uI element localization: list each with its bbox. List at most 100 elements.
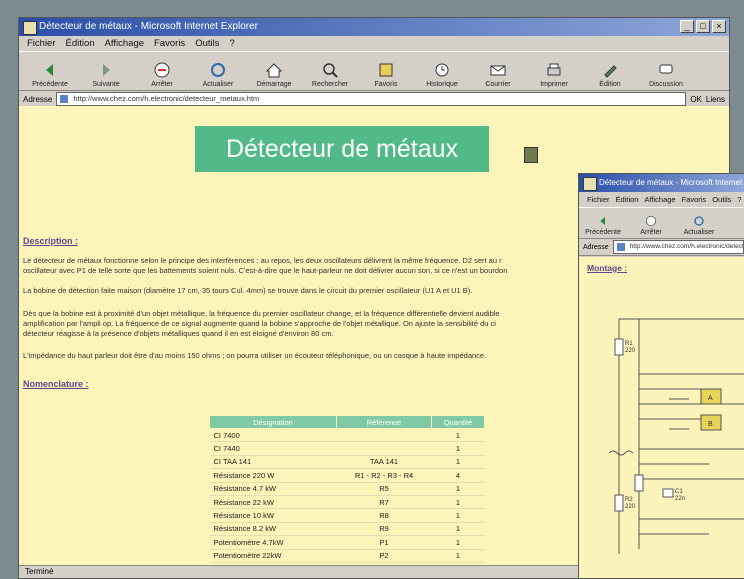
print-button[interactable]: Imprimer [529,61,579,88]
window-title: Détecteur de métaux - Microsoft Internet… [39,21,258,32]
table-cell-quantity: 1 [431,482,485,496]
history-button[interactable]: Historique [417,61,467,88]
table-row: Potentiomètre 22kW P2 1 [209,549,485,563]
label-r1: R1 [625,341,633,347]
table-row: Résistance 4.7 kW R5 1 [209,482,485,496]
menu-tools[interactable]: Outils [195,36,219,51]
printer-icon [547,63,561,76]
table-cell-designation: CI 7400 [209,428,337,443]
menu-view[interactable]: Affichage [105,36,144,51]
back-label: Précédente [32,81,68,88]
table-cell-quantity: 1 [431,455,485,470]
menu-file[interactable]: Fichier [27,36,56,51]
table-cell-designation: Résistance 8.2 kW [209,522,337,537]
address-input[interactable]: http://www.chez.com/h.electronic/detecte… [56,92,687,106]
table-cell-reference: R1 - R2 - R3 - R4 [336,468,432,483]
address-bar-2: Adresse http://www.chez.com/h.electronic… [579,239,744,256]
minimize-button[interactable]: _ [680,20,694,33]
montage-heading[interactable]: Montage : [587,263,627,273]
description-line-5: détecteur réagisse à la présence d'objet… [23,329,334,338]
table-cell-reference: R9 [336,522,432,537]
resistor-r2 [614,494,624,512]
menu2-favorites[interactable]: Favoris [682,192,707,207]
menu-help[interactable]: ? [229,36,234,51]
table-cell-designation: Résistance 10 kW [209,508,337,523]
table-cell-designation: Résistance 4.7 kW [209,482,337,496]
forward-arrow-icon [103,64,110,76]
home-label: Démarrage [256,81,292,88]
history-icon [435,63,449,77]
menu-edit[interactable]: Édition [66,36,95,51]
menu2-view[interactable]: Affichage [644,192,675,207]
menu2-edit[interactable]: Édition [616,192,639,207]
discuss-icon [659,64,673,74]
stop-label: Arrêter [151,81,173,88]
label-r1-value: 220 [625,348,636,354]
menu2-file[interactable]: Fichier [587,192,610,207]
back-button[interactable]: Précédente [25,61,75,88]
title-bar[interactable]: Détecteur de métaux - Microsoft Internet… [19,18,729,36]
table-cell-reference: R7 [336,495,432,510]
back-button-2[interactable]: Précédente [585,215,621,236]
go-button[interactable]: OK [690,95,702,104]
table-cell-quantity: 1 [431,549,485,563]
forward-button[interactable]: Suivante [81,61,131,88]
table-cell-reference: TAA 141 [336,455,432,470]
title-bar-2[interactable]: Détecteur de métaux - Microsoft Internet… [579,174,744,192]
edit-label: Édition [599,81,621,88]
nomenclature-heading[interactable]: Nomenclature : [23,379,89,389]
stop-button[interactable]: Arrêter [137,61,187,88]
discuss-button[interactable]: Discussion [641,61,691,88]
column-quantity: Quantité [431,415,485,429]
status-text: Terminé [25,567,54,576]
refresh-button[interactable]: Actualiser [193,61,243,88]
mail-button[interactable]: Courrier [473,61,523,88]
back-arrow-icon [46,64,53,76]
mail-icon [490,65,506,76]
back-label-2: Précédente [585,229,621,236]
menu-bar: Fichier Édition Affichage Favoris Outils… [19,36,729,51]
description-line-2: oscillateur avec P1 de telle sorte que l… [23,266,508,275]
menu2-tools[interactable]: Outils [712,192,731,207]
toolbar: Précédente Suivante Arrêter Actualiser D… [19,51,729,91]
stop-icon-2 [646,216,656,226]
forward-label: Suivante [92,81,120,88]
table-row: Potentiomètre 4.7kW P1 1 [209,535,485,550]
refresh-button-2[interactable]: Actualiser [681,215,717,236]
menu-favorites[interactable]: Favoris [154,36,185,51]
menu-bar-2: Fichier Édition Affichage Favoris Outils… [579,192,744,207]
ie-icon [23,21,37,35]
table-row: CI TAA 141 TAA 141 1 [209,455,485,470]
label-c1: C1 [675,489,683,495]
back-arrow-icon-2 [600,217,605,225]
address-input-2[interactable]: http://www.chez.com/h.electronic/detecte… [612,240,744,254]
ie-icon-2 [583,177,597,191]
table-row: Résistance 22 kW R7 1 [209,495,485,510]
edit-button[interactable]: Édition [585,61,635,88]
address-label: Adresse [23,94,53,104]
label-gate-a: A [708,395,713,402]
stop-label-2: Arrêter [640,229,662,236]
links-label[interactable]: Liens [706,95,729,104]
description-coil: La bobine de détection faite maison (dia… [23,286,473,295]
search-label: Rechercher [311,81,349,88]
stop-button-2[interactable]: Arrêter [633,215,669,236]
favorites-button[interactable]: Favoris [361,61,411,88]
menu2-help[interactable]: ? [737,192,741,207]
circuit-diagram: R1 220 R2 220 C1 22n A B [608,318,744,554]
address-label-2: Adresse [583,243,609,251]
stop-icon [154,62,170,78]
search-button[interactable]: Rechercher [305,61,355,88]
discuss-label: Discussion [649,81,683,88]
home-button[interactable]: Démarrage [249,61,299,88]
favorites-label: Favoris [374,81,398,88]
close-button[interactable]: × [712,20,726,33]
maximize-button[interactable]: □ [696,20,710,33]
table-cell-quantity: 1 [431,522,485,537]
table-header-row: Désignation Référence Quantité [209,415,485,429]
table-cell-reference: R5 [336,482,432,496]
refresh-label: Actualiser [202,81,234,88]
description-heading[interactable]: Description : [23,236,78,246]
label-c1-value: 22n [675,496,685,502]
print-label: Imprimer [540,81,568,88]
